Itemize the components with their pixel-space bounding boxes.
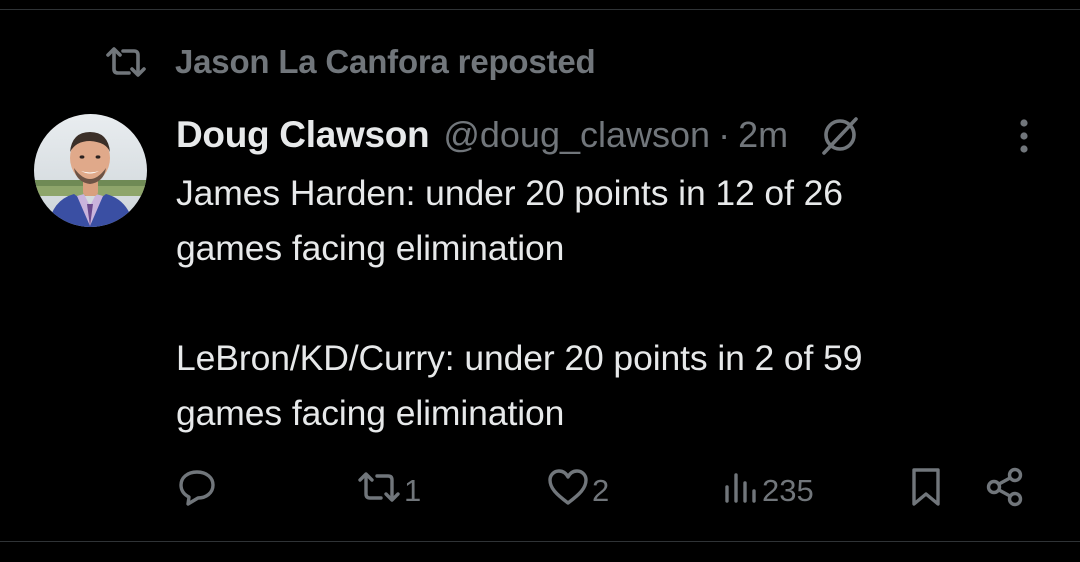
avatar[interactable] — [34, 114, 147, 227]
repost-count: 1 — [404, 473, 422, 508]
like-count: 2 — [592, 473, 610, 508]
tweet-actions: 1 2 235 — [0, 466, 1080, 516]
bookmark-icon — [906, 466, 946, 516]
tweet-line: games facing elimination — [176, 228, 565, 268]
author-handle[interactable]: @doug_clawson — [443, 114, 710, 156]
separator-dot: · — [718, 114, 731, 155]
tweet-timestamp[interactable]: 2m — [738, 114, 788, 156]
tweet-text: James Harden: under 20 points in 12 of 2… — [176, 166, 1056, 441]
bookmark-button[interactable] — [906, 466, 946, 516]
tweet-line: LeBron/KD/Curry: under 20 points in 2 of… — [176, 338, 863, 378]
like-button[interactable]: 2 — [546, 466, 609, 516]
share-button[interactable] — [984, 466, 1026, 516]
heart-icon — [546, 467, 590, 515]
reply-icon — [176, 466, 218, 516]
author-display-name[interactable]: Doug Clawson — [176, 114, 430, 156]
top-divider — [0, 9, 1080, 10]
views-icon — [722, 467, 760, 515]
repost-icon — [104, 40, 148, 84]
views-button[interactable]: 235 — [722, 466, 814, 516]
reply-button[interactable] — [176, 466, 220, 516]
repost-context[interactable]: Jason La Canfora reposted — [104, 40, 596, 84]
tweet-line: games facing elimination — [176, 393, 565, 433]
more-options-icon[interactable] — [1004, 116, 1044, 156]
repost-icon — [356, 469, 402, 513]
repost-label: Jason La Canfora reposted — [175, 43, 596, 80]
views-count: 235 — [762, 473, 814, 508]
verified-off-icon[interactable] — [818, 112, 864, 158]
share-icon — [984, 466, 1026, 516]
tweet-line: James Harden: under 20 points in 12 of 2… — [176, 173, 843, 213]
bottom-divider — [0, 541, 1080, 542]
repost-button[interactable]: 1 — [356, 466, 421, 516]
tweet-header: Doug Clawson @doug_clawson · 2m — [176, 110, 864, 160]
